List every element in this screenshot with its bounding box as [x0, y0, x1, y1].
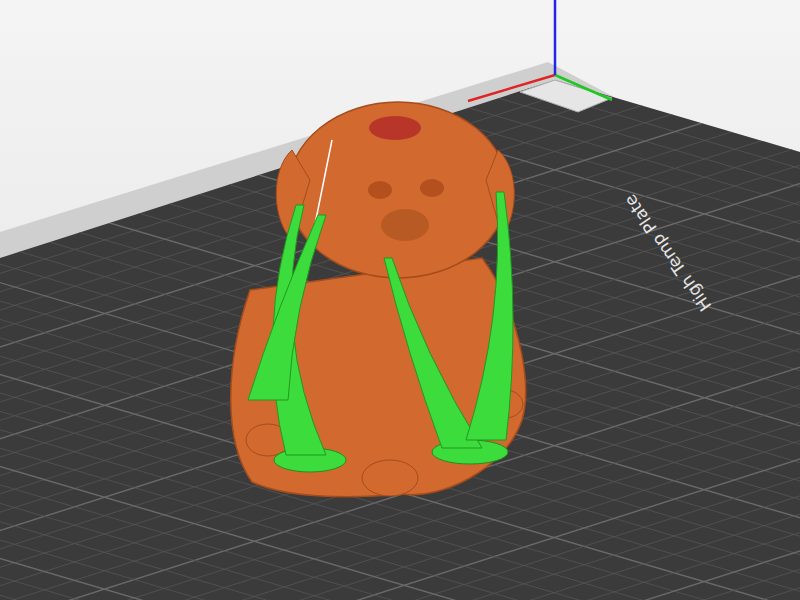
axis-line [468, 75, 555, 101]
plate-label: High Temp Plate [620, 191, 715, 315]
build-plate[interactable] [0, 80, 800, 600]
origin-tile [520, 80, 612, 112]
axis-line [554, 0, 557, 75]
pug-model[interactable] [231, 102, 526, 497]
scene-canvas[interactable]: High Temp Plate [0, 0, 800, 600]
background [0, 0, 800, 600]
axis-line [555, 75, 612, 100]
viewport[interactable]: High Temp Plate [0, 0, 800, 600]
plate-grid [0, 0, 800, 600]
tree-supports[interactable] [248, 192, 513, 472]
